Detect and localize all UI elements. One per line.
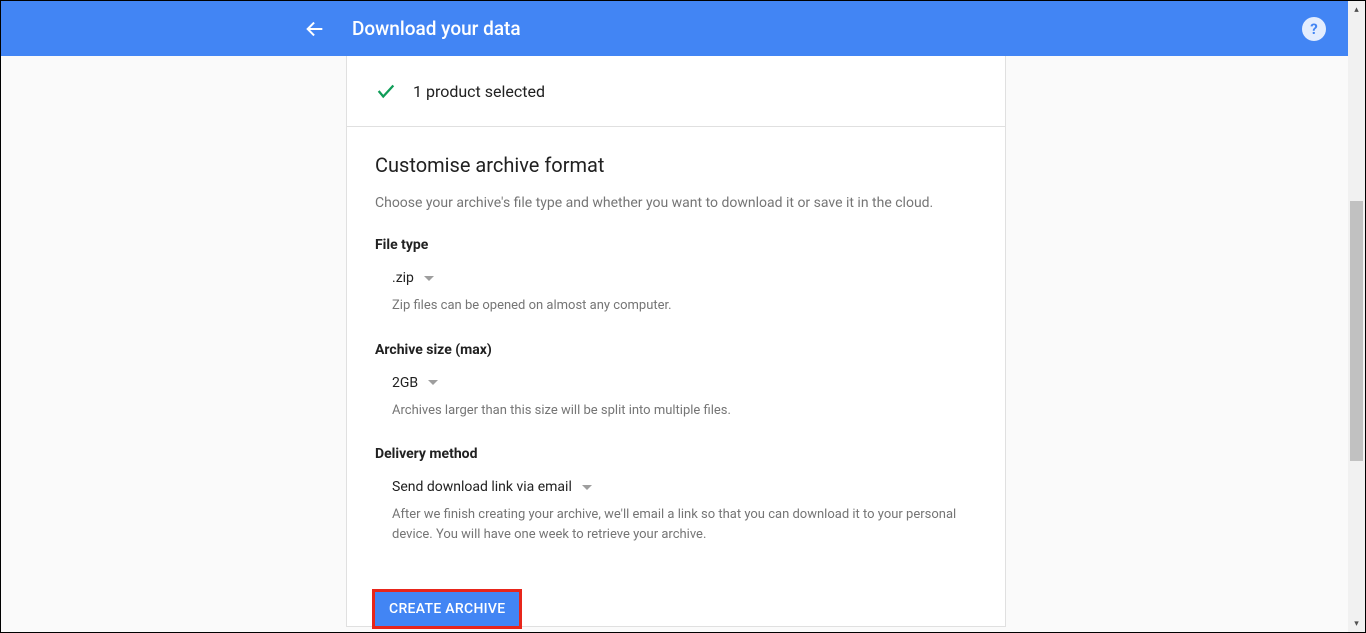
- delivery-method-group: Delivery method Send download link via e…: [375, 446, 977, 544]
- archive-size-value: 2GB: [392, 375, 418, 391]
- archive-size-dropdown[interactable]: 2GB: [375, 375, 438, 391]
- button-area: CREATE ARCHIVE: [347, 580, 1005, 626]
- section-description: Choose your archive's file type and whet…: [375, 195, 977, 211]
- file-type-help: Zip files can be opened on almost any co…: [375, 296, 977, 316]
- section-title: Customise archive format: [375, 153, 977, 177]
- archive-size-group: Archive size (max) 2GB Archives larger t…: [375, 342, 977, 421]
- chevron-down-icon: [582, 485, 592, 490]
- scrollbar-thumb[interactable]: [1350, 201, 1363, 461]
- scroll-up-icon[interactable]: ▴: [1348, 1, 1365, 18]
- back-arrow-icon[interactable]: [304, 18, 326, 40]
- chevron-down-icon: [424, 276, 434, 281]
- scrollbar[interactable]: ▴ ▾: [1348, 1, 1365, 632]
- delivery-method-label: Delivery method: [375, 446, 977, 462]
- file-type-dropdown[interactable]: .zip: [375, 270, 434, 286]
- summary-text: 1 product selected: [413, 82, 545, 101]
- selection-summary: 1 product selected: [347, 56, 1005, 127]
- scroll-down-icon[interactable]: ▾: [1348, 615, 1365, 632]
- customise-section: Customise archive format Choose your arc…: [347, 127, 1005, 580]
- help-icon[interactable]: ?: [1302, 17, 1326, 41]
- archive-size-label: Archive size (max): [375, 342, 977, 358]
- archive-size-help: Archives larger than this size will be s…: [375, 401, 977, 421]
- app-header: Download your data ?: [1, 1, 1350, 56]
- delivery-method-dropdown[interactable]: Send download link via email: [375, 479, 592, 495]
- delivery-method-help: After we finish creating your archive, w…: [375, 505, 977, 544]
- checkmark-icon: [375, 80, 397, 102]
- create-archive-button[interactable]: CREATE ARCHIVE: [375, 592, 519, 626]
- main-content: 1 product selected Customise archive for…: [346, 56, 1006, 627]
- file-type-label: File type: [375, 237, 977, 253]
- file-type-group: File type .zip Zip files can be opened o…: [375, 237, 977, 316]
- page-title: Download your data: [352, 17, 521, 40]
- file-type-value: .zip: [392, 270, 414, 286]
- chevron-down-icon: [428, 380, 438, 385]
- delivery-method-value: Send download link via email: [392, 479, 572, 495]
